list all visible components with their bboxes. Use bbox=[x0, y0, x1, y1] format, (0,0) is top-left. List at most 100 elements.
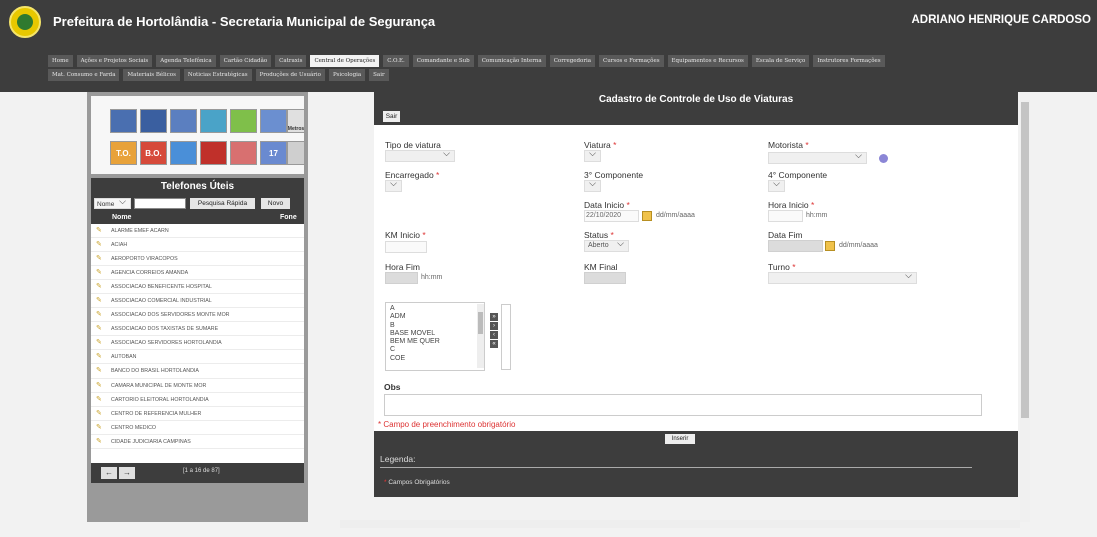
list-option[interactable]: BEM ME QUER bbox=[390, 338, 480, 346]
km-final-input[interactable] bbox=[584, 272, 626, 284]
list-option[interactable]: B bbox=[390, 322, 480, 330]
edit-pencil-icon[interactable]: ✎ bbox=[96, 297, 103, 304]
phone-row[interactable]: ✎ AUTOBAN bbox=[91, 350, 304, 365]
edit-pencil-icon[interactable]: ✎ bbox=[96, 382, 103, 389]
edit-pencil-icon[interactable]: ✎ bbox=[96, 311, 103, 318]
calendar-icon[interactable] bbox=[642, 211, 652, 221]
edit-pencil-icon[interactable]: ✎ bbox=[96, 283, 103, 290]
user-icon[interactable] bbox=[110, 109, 137, 133]
page-horizontal-scrollbar[interactable] bbox=[340, 520, 1020, 528]
viatura-select[interactable] bbox=[584, 148, 601, 162]
tipo-viatura-select[interactable] bbox=[385, 148, 455, 162]
insert-button[interactable]: Inserir bbox=[665, 434, 695, 444]
nav-item-row1-13[interactable]: Instrutores Formações bbox=[813, 55, 885, 67]
list-option[interactable]: ADM bbox=[390, 313, 480, 321]
data-fim-input[interactable] bbox=[768, 240, 823, 252]
list-option[interactable]: C bbox=[390, 346, 480, 354]
calendar-fim-icon[interactable] bbox=[825, 241, 835, 251]
nav-item-row1-1[interactable]: Ações e Projetos Sociais bbox=[76, 55, 153, 67]
prev-page-icon[interactable]: ← bbox=[101, 467, 117, 479]
edit-pencil-icon[interactable]: ✎ bbox=[96, 424, 103, 431]
edit-pencil-icon[interactable]: ✎ bbox=[96, 353, 103, 360]
list-option[interactable]: A bbox=[390, 305, 480, 313]
turno-select[interactable] bbox=[768, 270, 917, 284]
nav-item-row2-3[interactable]: Produções de Usuário bbox=[255, 69, 325, 81]
move-button-2[interactable]: ‹ bbox=[490, 331, 498, 339]
status-select[interactable]: Aberto bbox=[584, 238, 629, 252]
phone-row[interactable]: ✎ ASSOCIACAO SERVIDORES HORTOLANDIA bbox=[91, 336, 304, 351]
hora-fim-input[interactable] bbox=[385, 272, 418, 284]
nav-item-row1-2[interactable]: Agenda Telefônica bbox=[156, 55, 216, 67]
nav-item-row1-11[interactable]: Equipamentos e Recursos bbox=[667, 55, 748, 67]
quick-search-button[interactable]: Pesquisa Rápida bbox=[190, 198, 255, 209]
encarregado-select[interactable] bbox=[385, 178, 402, 192]
edit-pencil-icon[interactable]: ✎ bbox=[96, 227, 103, 234]
phone-row[interactable]: ✎ AGENCIA CORREIOS AMANDA bbox=[91, 266, 304, 281]
hora-inicio-input[interactable] bbox=[768, 210, 803, 222]
nav-item-row2-2[interactable]: Noticias Estratégicas bbox=[183, 69, 252, 81]
phone-row[interactable]: ✎ ACIAH bbox=[91, 238, 304, 253]
to-icon[interactable]: T.O. bbox=[110, 141, 137, 165]
phone-row[interactable]: ✎ ALARME EMEF ACARN bbox=[91, 224, 304, 239]
search-icon[interactable] bbox=[260, 109, 287, 133]
nav-item-row2-1[interactable]: Materiais Bélicos bbox=[123, 69, 180, 81]
phones-search-input[interactable] bbox=[134, 198, 186, 209]
chart-icon[interactable] bbox=[230, 141, 257, 165]
move-button-0[interactable]: » bbox=[490, 313, 498, 321]
phone-row[interactable]: ✎ ASSOCIACAO BENEFICENTE HOSPITAL bbox=[91, 280, 304, 295]
officer-icon[interactable]: Metros bbox=[287, 109, 305, 133]
list-scrollbar[interactable] bbox=[477, 304, 484, 368]
edit-pencil-icon[interactable]: ✎ bbox=[96, 269, 103, 276]
email-icon[interactable] bbox=[170, 141, 197, 165]
bo-icon[interactable]: B.O. bbox=[140, 141, 167, 165]
edit-pencil-icon[interactable]: ✎ bbox=[96, 339, 103, 346]
nav-item-row1-6[interactable]: C.O.E. bbox=[383, 55, 409, 67]
list-option[interactable]: COE bbox=[390, 355, 480, 363]
phone-row[interactable]: ✎ CENTRO DE REFERENCIA MULHER bbox=[91, 407, 304, 421]
nav-item-row1-5[interactable]: Central de Operações bbox=[310, 55, 380, 67]
edit-pencil-icon[interactable]: ✎ bbox=[96, 438, 103, 445]
nav-item-row1-10[interactable]: Cursos e Formações bbox=[599, 55, 664, 67]
nav-item-row1-0[interactable]: Home bbox=[48, 55, 73, 67]
building-icon[interactable] bbox=[200, 109, 227, 133]
globe-icon[interactable] bbox=[879, 154, 888, 163]
edit-pencil-icon[interactable]: ✎ bbox=[96, 255, 103, 262]
motorista-select[interactable] bbox=[768, 150, 867, 164]
nav-item-row1-7[interactable]: Comandante e Sub bbox=[412, 55, 474, 67]
phone-row[interactable]: ✎ CARTORIO ELEITORAL HORTOLANDIA bbox=[91, 393, 304, 407]
obs-textarea[interactable] bbox=[384, 394, 982, 416]
move-button-3[interactable]: « bbox=[490, 340, 498, 348]
phone-row[interactable]: ✎ CENTRO MEDICO bbox=[91, 421, 304, 435]
nav-item-row1-12[interactable]: Escala de Serviço bbox=[751, 55, 810, 67]
nav-item-row1-4[interactable]: Catraxis bbox=[275, 55, 307, 67]
person-icon[interactable] bbox=[200, 141, 227, 165]
next-page-icon[interactable]: → bbox=[119, 467, 135, 479]
edit-pencil-icon[interactable]: ✎ bbox=[96, 396, 103, 403]
componente3-select[interactable] bbox=[584, 178, 601, 192]
move-button-1[interactable]: › bbox=[490, 322, 498, 330]
new-phone-button[interactable]: Novo bbox=[261, 198, 290, 209]
km-inicio-input[interactable] bbox=[385, 241, 427, 253]
phones-filter-select[interactable]: Nome bbox=[94, 196, 131, 209]
vehicle-icon[interactable] bbox=[170, 109, 197, 133]
nav-item-row2-4[interactable]: Psicologia bbox=[329, 69, 366, 81]
phone-row[interactable]: ✎ ASSOCIACAO COMERCIAL INDUSTRIAL bbox=[91, 294, 304, 309]
selected-options-list[interactable] bbox=[501, 304, 511, 370]
list-option[interactable]: BASE MOVEL bbox=[390, 330, 480, 338]
fuel-icon[interactable] bbox=[140, 109, 167, 133]
phone-row[interactable]: ✎ CIDADE JUDICIARIA CAMPINAS bbox=[91, 435, 304, 449]
edit-pencil-icon[interactable]: ✎ bbox=[96, 325, 103, 332]
exit-button[interactable]: Sair bbox=[383, 111, 400, 122]
map-icon[interactable] bbox=[230, 109, 257, 133]
nav-item-row1-8[interactable]: Comunicação Interna bbox=[477, 55, 546, 67]
phone-row[interactable]: ✎ BANCO DO BRASIL HORTOLANDIA bbox=[91, 364, 304, 379]
nav-item-row2-0[interactable]: Mat. Consumo e Farda bbox=[48, 69, 120, 81]
phone-row[interactable]: ✎ CAMARA MUNICIPAL DE MONTE MOR bbox=[91, 379, 304, 393]
edit-pencil-icon[interactable]: ✎ bbox=[96, 367, 103, 374]
phone-row[interactable]: ✎ ASSOCIACAO DOS SERVIDORES MONTE MOR bbox=[91, 308, 304, 323]
componente4-select[interactable] bbox=[768, 178, 785, 192]
nav-item-row1-9[interactable]: Corregedoria bbox=[549, 55, 596, 67]
phone-row[interactable]: ✎ AEROPORTO VIRACOPOS bbox=[91, 252, 304, 267]
page-vertical-scrollbar[interactable] bbox=[1020, 92, 1030, 522]
tools-icon[interactable] bbox=[287, 141, 305, 165]
